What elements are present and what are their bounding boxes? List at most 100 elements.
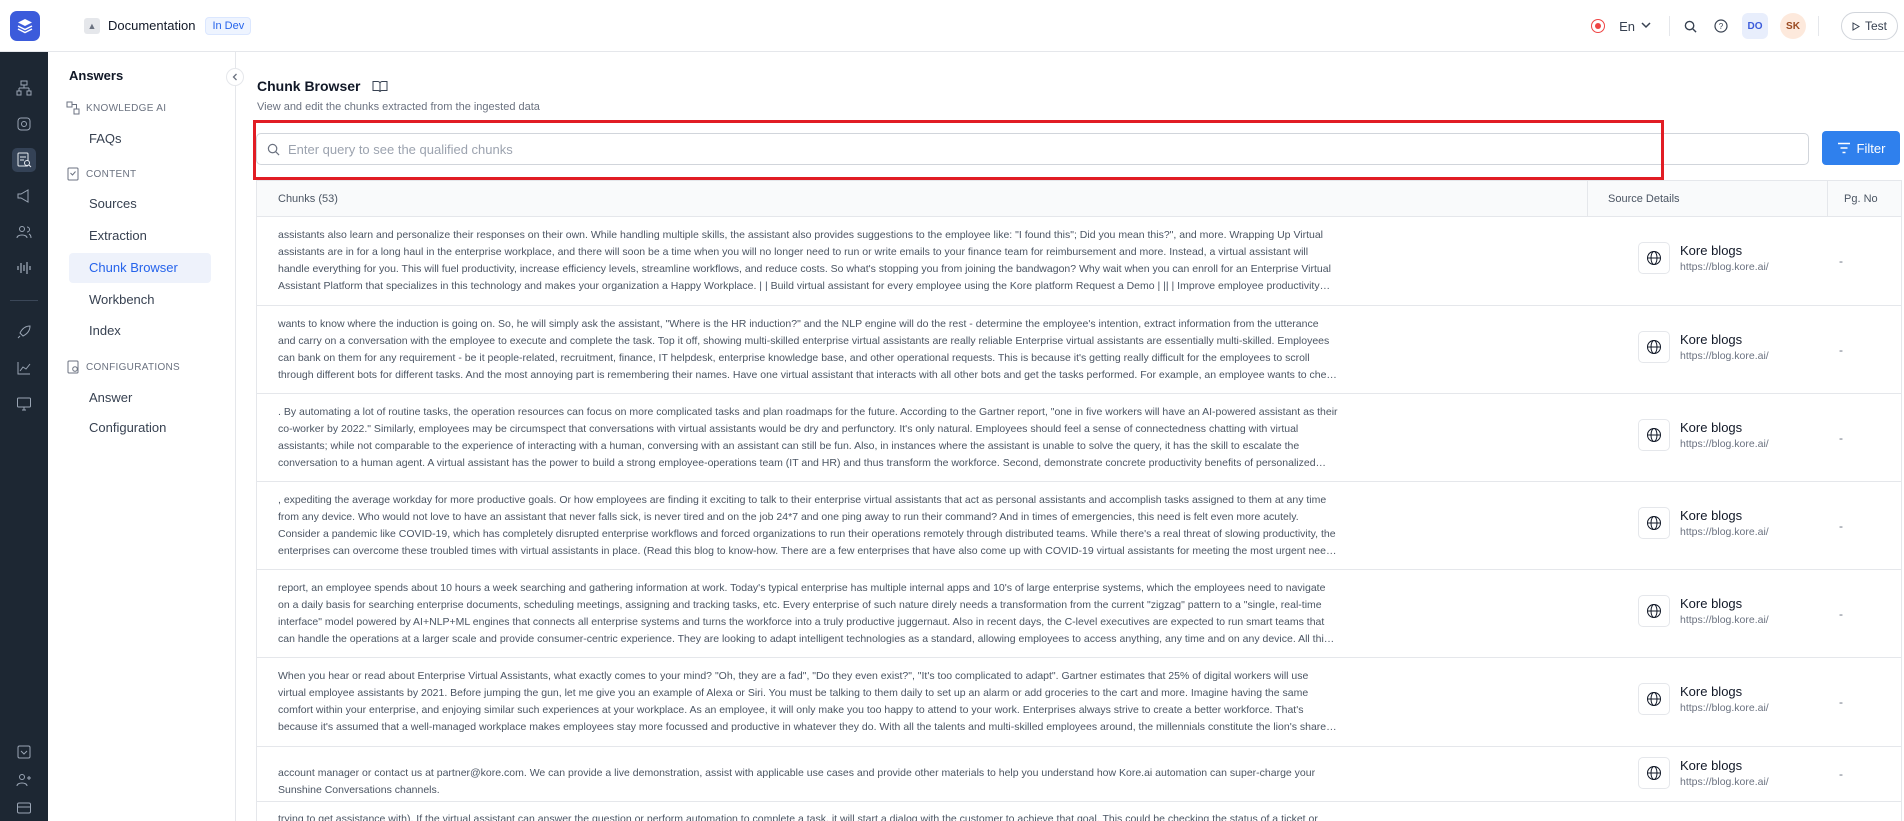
source-name: Kore blogs <box>1680 758 1743 773</box>
source-details[interactable]: Kore blogs https://blog.kore.ai/ <box>1638 507 1769 539</box>
table-row[interactable]: , expediting the average workday for mor… <box>257 482 1901 570</box>
page-title-row: Chunk Browser <box>257 78 388 94</box>
column-header-source-details: Source Details <box>1587 181 1777 217</box>
book-icon[interactable] <box>372 80 388 93</box>
source-url[interactable]: https://blog.kore.ai/ <box>1680 614 1769 626</box>
test-button[interactable]: Test <box>1840 12 1898 40</box>
test-label: Test <box>1864 19 1887 33</box>
language-selector[interactable]: En <box>1619 19 1635 34</box>
table-row[interactable]: report, an employee spends about 10 hour… <box>257 570 1901 658</box>
globe-icon <box>1638 683 1670 715</box>
flow-icon[interactable] <box>12 76 36 100</box>
chunk-text: account manager or contact us at partner… <box>278 767 1316 796</box>
table-row[interactable]: trying to get assistance with). If the v… <box>257 802 1901 821</box>
left-rail <box>0 52 48 821</box>
help-icon[interactable]: ? <box>1712 17 1730 35</box>
page-number: - <box>1839 431 1843 445</box>
billing-icon[interactable] <box>12 796 36 820</box>
monitor-icon[interactable] <box>12 392 36 416</box>
section-knowledge-ai: KNOWLEDGE AI <box>66 101 166 115</box>
filter-label: Filter <box>1856 140 1886 156</box>
globe-icon <box>1638 242 1670 274</box>
analytics-icon[interactable] <box>12 356 36 380</box>
table-row[interactable]: assistants also learn and personalize th… <box>257 217 1901 306</box>
megaphone-icon[interactable] <box>12 184 36 208</box>
chunk-text: trying to get assistance with). If the v… <box>278 813 1318 821</box>
globe-icon <box>1638 419 1670 451</box>
table-row[interactable]: . By automating a lot of routine tasks, … <box>257 394 1901 482</box>
table-row[interactable]: When you hear or read about Enterprise V… <box>257 658 1901 747</box>
rocket-icon[interactable] <box>12 320 36 344</box>
chevron-left-icon <box>232 73 237 81</box>
source-url[interactable]: https://blog.kore.ai/ <box>1680 526 1769 538</box>
source-details[interactable]: Kore blogs https://blog.kore.ai/ <box>1638 242 1769 274</box>
source-details[interactable]: Kore blogs https://blog.kore.ai/ <box>1638 331 1769 363</box>
divider <box>1817 16 1819 36</box>
source-url[interactable]: https://blog.kore.ai/ <box>1680 438 1769 450</box>
table-header: Chunks (53) Source Details Pg. No <box>257 181 1901 217</box>
search-box[interactable] <box>256 133 1809 165</box>
source-url[interactable]: https://blog.kore.ai/ <box>1680 776 1769 788</box>
nav-item-index[interactable]: Index <box>69 316 211 346</box>
main-content: Chunk Browser View and edit the chunks e… <box>236 52 1904 821</box>
side-nav-title: Answers <box>69 68 124 83</box>
source-details[interactable]: Kore blogs https://blog.kore.ai/ <box>1638 683 1769 715</box>
chunk-text: , expediting the average workday for mor… <box>278 494 1338 557</box>
collapse-sidebar-button[interactable] <box>226 68 244 86</box>
answers-icon[interactable] <box>12 148 36 172</box>
voice-icon[interactable] <box>12 256 36 280</box>
avatar-sk[interactable]: SK <box>1779 13 1806 39</box>
inbox-icon[interactable] <box>12 740 36 764</box>
app-thumbnail-icon: ▲ <box>84 17 100 34</box>
search-icon[interactable] <box>1682 17 1700 35</box>
source-url[interactable]: https://blog.kore.ai/ <box>1680 702 1769 714</box>
globe-icon <box>1638 757 1670 789</box>
chunk-text: assistants also learn and personalize th… <box>278 229 1331 292</box>
section-heading: KNOWLEDGE AI <box>86 102 167 114</box>
globe-icon <box>1638 331 1670 363</box>
app-title[interactable]: Documentation <box>108 18 195 33</box>
column-header-chunks: Chunks (53) <box>278 193 338 205</box>
nav-item-workbench[interactable]: Workbench <box>69 285 211 315</box>
search-icon <box>267 143 280 155</box>
avatar-do[interactable]: DO <box>1741 13 1768 39</box>
chunks-table: Chunks (53) Source Details Pg. No assist… <box>256 180 1902 821</box>
search-input[interactable] <box>288 135 1808 163</box>
add-user-icon[interactable] <box>12 768 36 792</box>
gear-icon[interactable] <box>12 112 36 136</box>
play-icon <box>1852 21 1860 31</box>
source-url[interactable]: https://blog.kore.ai/ <box>1680 261 1769 273</box>
side-nav: Answers KNOWLEDGE AI FAQs CONTENT Source… <box>48 52 244 821</box>
source-url[interactable]: https://blog.kore.ai/ <box>1680 350 1769 362</box>
chevron-down-icon[interactable] <box>1641 17 1651 35</box>
nav-item-faqs[interactable]: FAQs <box>69 124 211 154</box>
users-icon[interactable] <box>12 220 36 244</box>
table-row[interactable]: wants to know where the induction is goi… <box>257 306 1901 394</box>
table-row[interactable]: account manager or contact us at partner… <box>257 747 1901 802</box>
source-details[interactable]: Kore blogs https://blog.kore.ai/ <box>1638 419 1769 451</box>
record-icon[interactable] <box>1591 19 1606 33</box>
nav-item-chunk-browser[interactable]: Chunk Browser <box>69 253 211 283</box>
nav-item-extraction[interactable]: Extraction <box>69 221 211 251</box>
source-name: Kore blogs <box>1680 332 1743 347</box>
filter-button[interactable]: Filter <box>1822 131 1900 165</box>
source-details[interactable]: Kore blogs https://blog.kore.ai/ <box>1638 757 1769 789</box>
top-bar: ▲ Documentation In Dev En ? DO SK Test <box>0 0 1904 52</box>
nav-item-answer-configuration[interactable]: Answer Configuration <box>69 383 211 435</box>
section-heading: CONFIGURATIONS <box>86 361 181 373</box>
page-number: - <box>1839 254 1843 268</box>
divider <box>1668 16 1670 36</box>
content-icon <box>67 167 79 181</box>
app-logo-icon[interactable] <box>10 10 40 41</box>
source-name: Kore blogs <box>1680 243 1743 258</box>
page-number: - <box>1839 695 1843 709</box>
source-name: Kore blogs <box>1680 684 1743 699</box>
config-icon <box>67 360 79 374</box>
page-subtitle: View and edit the chunks extracted from … <box>257 101 540 113</box>
source-name: Kore blogs <box>1680 420 1743 435</box>
source-name: Kore blogs <box>1680 508 1743 523</box>
nav-item-sources[interactable]: Sources <box>69 189 211 219</box>
source-details[interactable]: Kore blogs https://blog.kore.ai/ <box>1638 595 1769 627</box>
source-name: Kore blogs <box>1680 596 1743 611</box>
page-number: - <box>1839 519 1843 533</box>
